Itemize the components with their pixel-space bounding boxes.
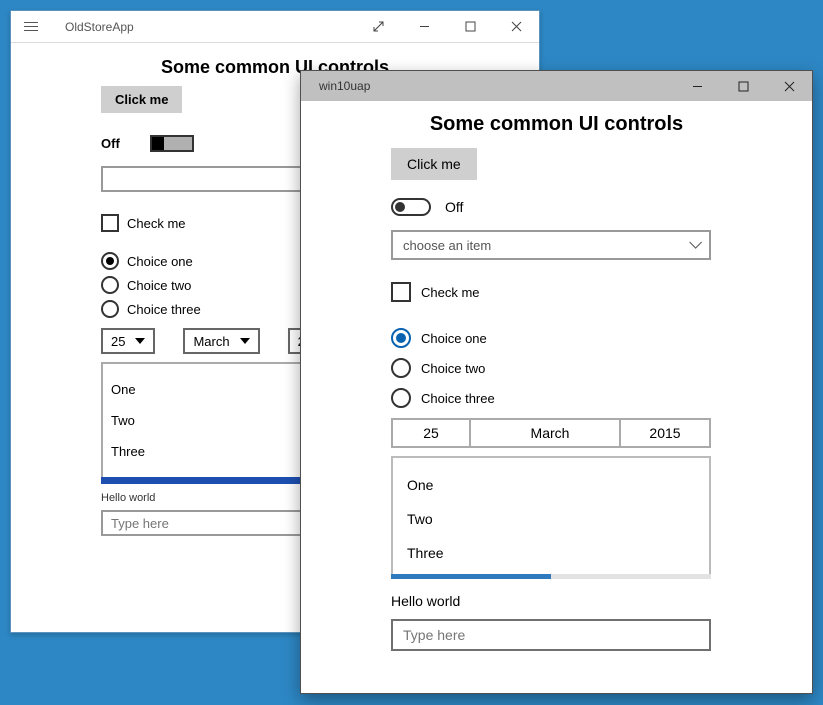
list-item[interactable]: One <box>407 468 695 502</box>
maximize-button[interactable] <box>720 71 766 101</box>
radio-label: Choice two <box>127 278 191 293</box>
toggle-label: Off <box>445 199 463 215</box>
radio-choice-one[interactable] <box>101 252 119 270</box>
page-heading: Some common UI controls <box>301 113 812 136</box>
close-button[interactable] <box>766 71 812 101</box>
text-input[interactable] <box>391 619 711 651</box>
list-item[interactable]: Three <box>407 536 695 570</box>
new-window: win10uap Some common UI controls Click m… <box>300 70 813 694</box>
static-text: Hello world <box>391 593 772 609</box>
combobox[interactable]: choose an item <box>391 230 711 260</box>
fullscreen-button[interactable] <box>355 11 401 43</box>
radio-label: Choice three <box>127 302 201 317</box>
old-window-title: OldStoreApp <box>51 20 134 34</box>
minimize-button[interactable] <box>674 71 720 101</box>
maximize-button[interactable] <box>447 11 493 43</box>
new-titlebar: win10uap <box>301 71 812 101</box>
toggle-switch[interactable] <box>391 198 431 216</box>
new-window-title: win10uap <box>301 79 370 93</box>
click-me-button[interactable]: Click me <box>101 86 182 113</box>
date-day[interactable]: 25 <box>391 418 471 448</box>
checkbox[interactable] <box>391 282 411 302</box>
listbox[interactable]: One Two Three <box>391 456 711 574</box>
date-month[interactable]: March <box>183 328 259 354</box>
click-me-button[interactable]: Click me <box>391 148 477 180</box>
list-item[interactable]: Two <box>407 502 695 536</box>
progress-bar <box>391 574 711 579</box>
close-button[interactable] <box>493 11 539 43</box>
checkbox-label: Check me <box>127 216 186 231</box>
date-picker: 25 March 2015 <box>391 418 711 448</box>
checkbox-label: Check me <box>421 285 480 300</box>
checkbox[interactable] <box>101 214 119 232</box>
radio-choice-three[interactable] <box>101 300 119 318</box>
radio-label: Choice three <box>421 391 495 406</box>
radio-label: Choice one <box>421 331 487 346</box>
minimize-button[interactable] <box>401 11 447 43</box>
date-year[interactable]: 2015 <box>621 418 711 448</box>
combobox-text: choose an item <box>403 238 491 253</box>
old-titlebar: OldStoreApp <box>11 11 539 43</box>
date-month[interactable]: March <box>471 418 621 448</box>
radio-label: Choice one <box>127 254 193 269</box>
chevron-down-icon <box>689 240 699 250</box>
date-day[interactable]: 25 <box>101 328 155 354</box>
radio-label: Choice two <box>421 361 485 376</box>
radio-choice-three[interactable] <box>391 388 411 408</box>
hamburger-icon[interactable] <box>11 22 51 31</box>
radio-group: Choice one Choice two Choice three <box>391 328 772 408</box>
toggle-switch[interactable] <box>150 135 194 152</box>
toggle-label: Off <box>101 136 120 151</box>
radio-choice-two[interactable] <box>101 276 119 294</box>
radio-choice-one[interactable] <box>391 328 411 348</box>
radio-choice-two[interactable] <box>391 358 411 378</box>
